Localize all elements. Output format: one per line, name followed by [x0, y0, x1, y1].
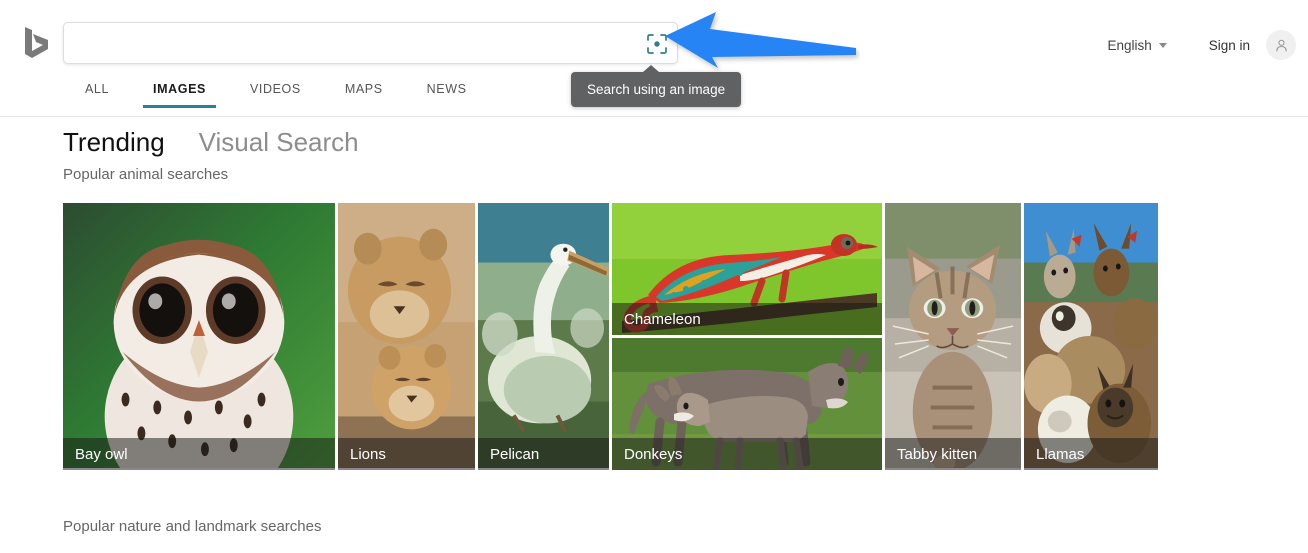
section-tab-visual-search[interactable]: Visual Search [199, 127, 359, 158]
tile-llamas[interactable]: Llamas [1024, 203, 1158, 470]
tile-lions[interactable]: Lions [337, 203, 475, 470]
tile-label: Llamas [1024, 438, 1158, 470]
bay-owl-image [63, 203, 335, 469]
tooltip-text: Search using an image [587, 82, 726, 97]
pelican-image [477, 203, 609, 469]
tab-images[interactable]: IMAGES [131, 82, 228, 108]
llamas-image [1024, 203, 1158, 469]
sign-in-link[interactable]: Sign in [1209, 38, 1250, 53]
trending-image-grid: Bay owl Lions Pelican Chameleon Donkeys … [63, 203, 1158, 470]
avatar[interactable] [1266, 30, 1296, 60]
section-tabs: Trending Visual Search [63, 127, 359, 158]
person-avatar-icon [1275, 39, 1287, 51]
tab-maps-label: MAPS [344, 82, 383, 96]
tile-label: Lions [337, 438, 475, 470]
tab-videos-label: VIDEOS [249, 82, 301, 96]
subheading-nature-searches: Popular nature and landmark searches [63, 518, 322, 535]
tile-pelican[interactable]: Pelican [477, 203, 609, 470]
tile-tabby-kitten[interactable]: Tabby kitten [885, 203, 1021, 470]
tile-bay-owl[interactable]: Bay owl [63, 203, 335, 470]
section-tab-trending[interactable]: Trending [63, 127, 165, 158]
tile-label: Donkeys [612, 438, 882, 470]
tile-label: Pelican [477, 438, 609, 470]
tab-all[interactable]: ALL [63, 82, 131, 108]
bing-logo-icon[interactable] [22, 25, 52, 59]
tab-news[interactable]: NEWS [405, 82, 489, 108]
search-input[interactable] [78, 23, 638, 63]
tabby-kitten-image [885, 203, 1021, 469]
search-bar[interactable] [63, 22, 678, 64]
page-header: ALL IMAGES VIDEOS MAPS NEWS English Sign… [0, 0, 1308, 117]
header-right-controls: English Sign in [1107, 30, 1296, 60]
visual-search-camera-icon[interactable] [645, 32, 669, 56]
language-selector[interactable]: English [1107, 37, 1167, 53]
lions-image [337, 203, 475, 469]
tile-label: Tabby kitten [885, 438, 1021, 470]
language-label: English [1107, 37, 1152, 53]
nav-tabs: ALL IMAGES VIDEOS MAPS NEWS [63, 82, 489, 108]
tile-chameleon[interactable]: Chameleon [612, 203, 882, 335]
tab-news-label: NEWS [426, 82, 467, 96]
tile-label: Bay owl [63, 438, 335, 470]
visual-search-tooltip: Search using an image [571, 65, 742, 107]
tile-column-stacked: Chameleon Donkeys [612, 203, 882, 470]
tile-label: Chameleon [612, 303, 882, 335]
subheading-animal-searches: Popular animal searches [63, 166, 229, 183]
tab-images-label: IMAGES [153, 82, 206, 96]
tile-donkeys[interactable]: Donkeys [612, 338, 882, 470]
chevron-down-icon [1158, 42, 1167, 48]
arrow-left-icon [665, 12, 856, 68]
tab-videos[interactable]: VIDEOS [228, 82, 323, 108]
tab-all-label: ALL [85, 82, 110, 96]
tab-maps[interactable]: MAPS [323, 82, 405, 108]
